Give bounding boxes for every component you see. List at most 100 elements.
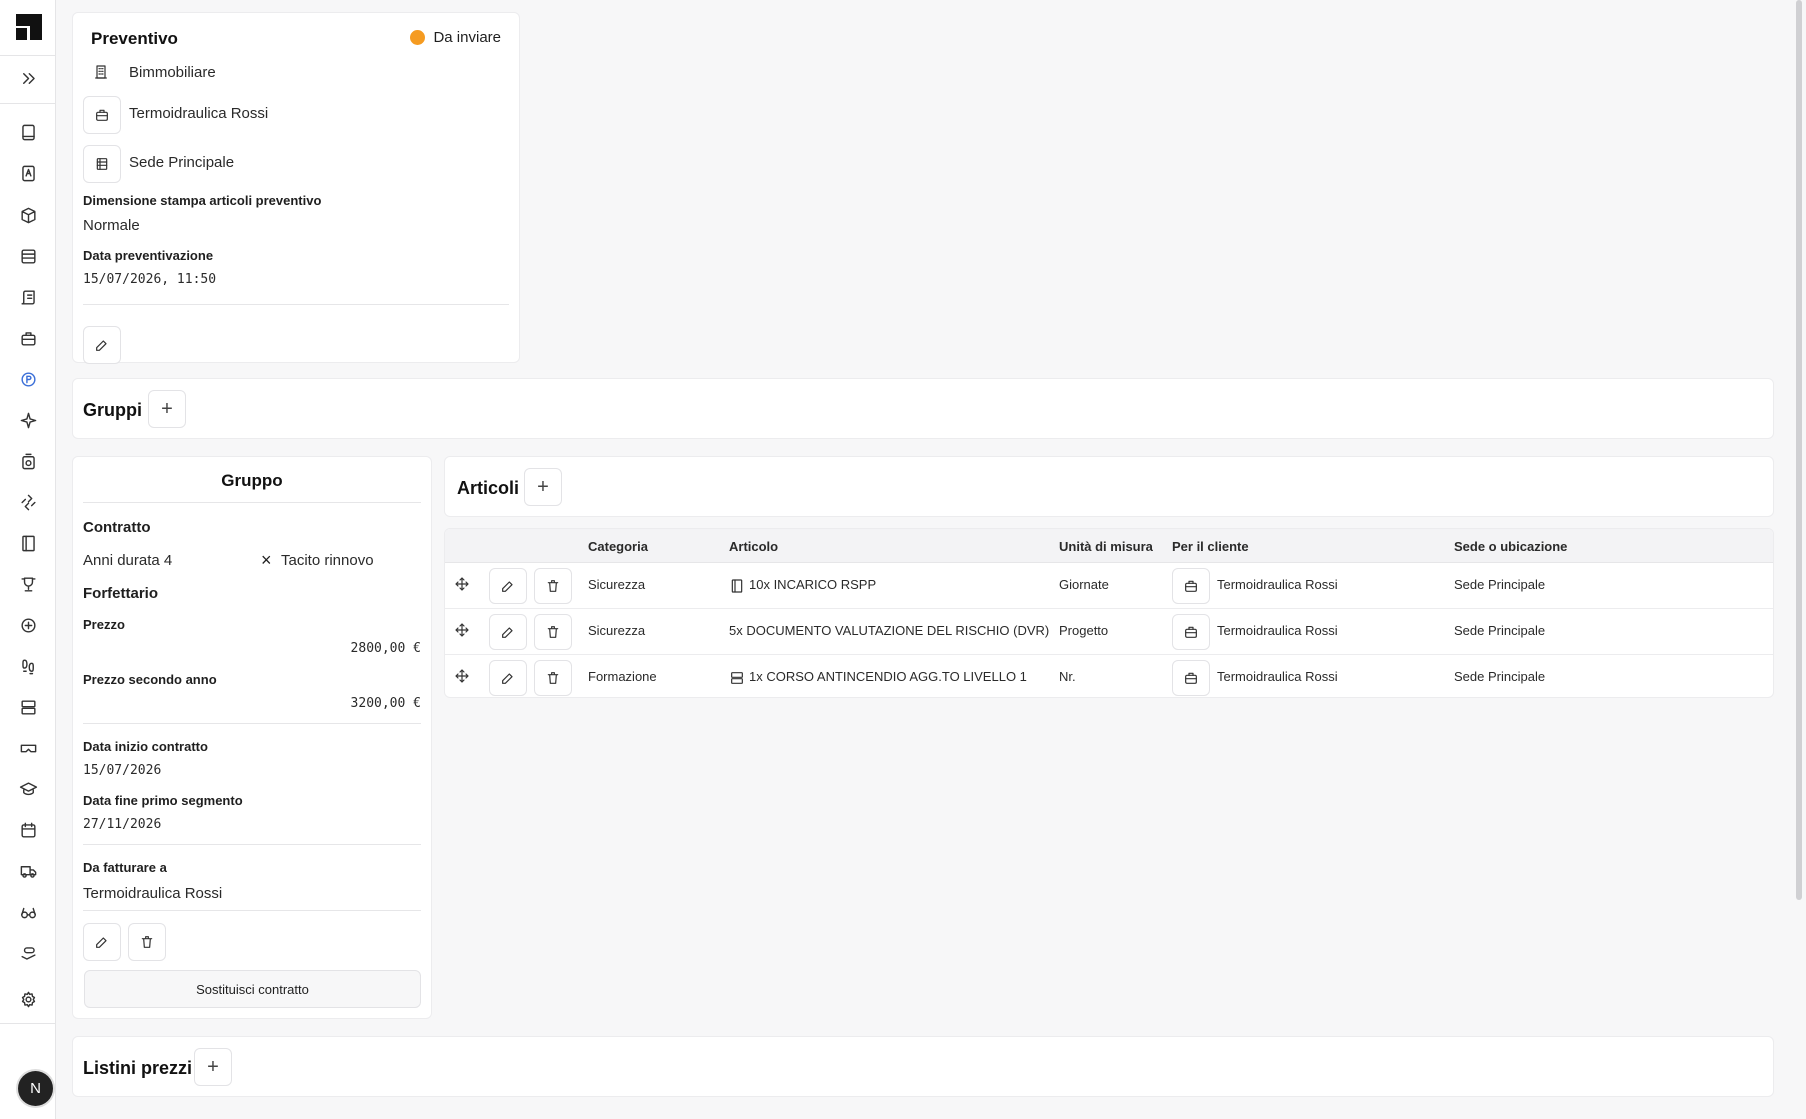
column-header-categoria[interactable]: Categoria [588, 539, 648, 554]
building-icon [93, 64, 109, 80]
add-articolo-button[interactable]: + [524, 468, 562, 506]
tacit-renewal: Tacito rinnovo [281, 552, 374, 569]
graduation-icon[interactable] [12, 773, 44, 805]
print-size-value: Normale [83, 217, 140, 234]
price-value: 2800,00 € [350, 641, 421, 656]
calendar-icon[interactable] [12, 814, 44, 846]
row-client: Termoidraulica Rossi [1217, 577, 1338, 592]
add-listino-button[interactable]: + [194, 1048, 232, 1086]
pill-hand-icon[interactable] [12, 937, 44, 969]
divider [83, 723, 421, 724]
vr-headset-icon[interactable] [12, 732, 44, 764]
delete-row-button[interactable] [534, 660, 572, 696]
invoice-to-value: Termoidraulica Rossi [83, 885, 223, 902]
row-category: Sicurezza [588, 577, 646, 592]
divider [83, 844, 421, 845]
client-briefcase-icon[interactable] [83, 96, 121, 134]
user-avatar[interactable]: N [18, 1071, 53, 1106]
articoli-table: Categoria Articolo Unità di misura Per i… [444, 528, 1774, 698]
add-circle-icon[interactable] [12, 609, 44, 641]
divider [83, 502, 421, 503]
client-name: Termoidraulica Rossi [129, 105, 269, 122]
delete-gruppo-button[interactable] [128, 923, 166, 961]
settings-icon[interactable] [12, 983, 44, 1015]
table-row: Sicurezza 10x INCARICO RSPP Giornate Ter… [445, 563, 1773, 609]
server-icon[interactable] [12, 691, 44, 723]
second-year-price-label: Prezzo secondo anno [83, 672, 217, 687]
divider [83, 910, 421, 911]
divider [83, 304, 509, 305]
end-date-value: 27/11/2026 [83, 817, 162, 832]
app-logo[interactable] [14, 12, 44, 42]
delete-row-button[interactable] [534, 568, 572, 604]
address-book-icon[interactable] [12, 157, 44, 189]
table-row: Sicurezza 5x DOCUMENTO VALUTAZIONE DEL R… [445, 609, 1773, 655]
row-unit: Giornate [1059, 577, 1109, 592]
truck-icon[interactable] [12, 855, 44, 887]
company-name: Bimmobiliare [129, 64, 216, 81]
book-icon[interactable] [12, 527, 44, 559]
delete-row-button[interactable] [534, 614, 572, 650]
footprints-icon[interactable] [12, 650, 44, 682]
row-client: Termoidraulica Rossi [1217, 669, 1338, 684]
column-header-sede[interactable]: Sede o ubicazione [1454, 539, 1567, 554]
row-article[interactable]: 5x DOCUMENTO VALUTAZIONE DEL RISCHIO (DV… [729, 623, 1049, 638]
row-site: Sede Principale [1454, 669, 1546, 684]
contract-duration: Anni durata 4 [83, 552, 173, 569]
expand-sidebar-icon[interactable] [12, 62, 44, 94]
row-site: Sede Principale [1454, 577, 1546, 592]
print-size-label: Dimensione stampa articoli preventivo [83, 193, 322, 208]
glasses-icon[interactable] [12, 896, 44, 928]
gruppo-card: Gruppo Contratto Anni durata 4 × Tacito … [72, 456, 432, 1019]
row-article[interactable]: 1x CORSO ANTINCENDIO AGG.TO LIVELLO 1 [749, 669, 1027, 684]
preventivi-icon[interactable] [12, 363, 44, 395]
invoice-to-label: Da fatturare a [83, 860, 167, 875]
edit-row-button[interactable] [489, 614, 527, 650]
add-gruppo-button[interactable]: + [148, 390, 186, 428]
briefcase-icon[interactable] [12, 322, 44, 354]
column-header-articolo[interactable]: Articolo [729, 539, 778, 554]
row-category: Sicurezza [588, 623, 646, 638]
row-article[interactable]: 10x INCARICO RSPP [749, 577, 876, 592]
site-name: Sede Principale [129, 154, 235, 171]
trophy-icon[interactable] [12, 568, 44, 600]
edit-gruppo-button[interactable] [83, 923, 121, 961]
tablet-icon[interactable] [12, 116, 44, 148]
client-briefcase-icon[interactable] [1172, 568, 1210, 604]
table-row: Formazione 1x CORSO ANTINCENDIO AGG.TO L… [445, 655, 1773, 697]
quote-date-label: Data preventivazione [83, 248, 214, 263]
page-scrollbar[interactable] [1796, 0, 1802, 900]
start-date-label: Data inizio contratto [83, 739, 208, 754]
package-icon[interactable] [12, 199, 44, 231]
listini-section: Listini prezzi + [72, 1036, 1774, 1097]
status-dot [410, 30, 426, 45]
timer-icon[interactable] [12, 445, 44, 477]
column-header-cliente[interactable]: Per il cliente [1172, 539, 1249, 554]
drag-handle-icon[interactable] [454, 622, 470, 638]
row-client: Termoidraulica Rossi [1217, 623, 1338, 638]
gruppi-title: Gruppi [83, 400, 142, 420]
close-icon: × [261, 550, 272, 570]
preventivo-title: Preventivo [91, 29, 178, 48]
edit-row-button[interactable] [489, 568, 527, 604]
cycle-icon[interactable] [12, 486, 44, 518]
sparkle-icon[interactable] [12, 404, 44, 436]
edit-row-button[interactable] [489, 660, 527, 696]
drag-handle-icon[interactable] [454, 576, 470, 592]
client-briefcase-icon[interactable] [1172, 614, 1210, 650]
column-header-unita[interactable]: Unità di misura [1059, 539, 1153, 554]
contract-label: Contratto [83, 519, 151, 536]
gruppi-section: Gruppi + [72, 378, 1774, 439]
replace-contract-button[interactable]: Sostituisci contratto [84, 970, 421, 1008]
client-briefcase-icon[interactable] [1172, 660, 1210, 696]
gruppo-title: Gruppo [221, 471, 283, 490]
server-icon [729, 670, 745, 686]
edit-preventivo-button[interactable] [83, 326, 121, 364]
scroll-icon[interactable] [12, 281, 44, 313]
book-icon [729, 578, 745, 594]
site-building-icon[interactable] [83, 145, 121, 183]
drag-handle-icon[interactable] [454, 668, 470, 684]
list-icon[interactable] [12, 240, 44, 272]
flat-rate-label: Forfettario [83, 585, 158, 602]
quote-date-value: 15/07/2026, 11:50 [83, 272, 217, 287]
